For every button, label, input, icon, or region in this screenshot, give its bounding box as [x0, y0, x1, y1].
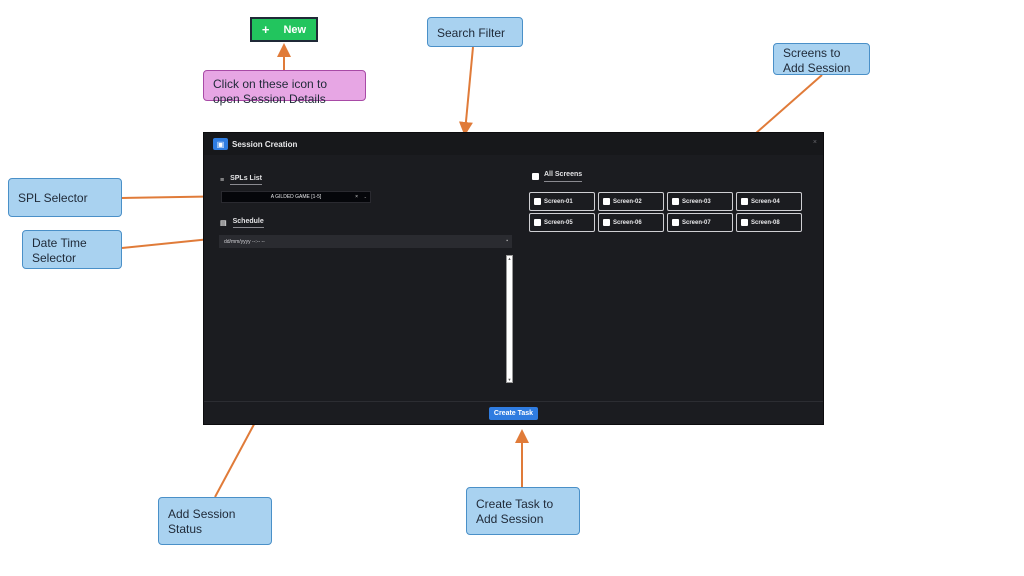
screen-label: Screen-04: [751, 198, 780, 205]
plus-icon: +: [261, 22, 270, 37]
spl-label-text: SPLs List: [230, 175, 262, 185]
screen-label: Screen-02: [613, 198, 642, 205]
screen-option[interactable]: Screen-01: [529, 192, 595, 211]
new-button-label: New: [283, 23, 307, 36]
callout-search-filter: Search Filter: [427, 17, 523, 47]
calendar-picker-icon[interactable]: ▪: [506, 238, 508, 244]
screen-label: Screen-08: [751, 219, 780, 226]
spl-select[interactable]: A GILDED GAME [1-5] × ⌄: [221, 191, 371, 203]
modal-footer: Create Task: [204, 401, 823, 424]
screen-checkbox[interactable]: [741, 198, 748, 205]
screen-label: Screen-06: [613, 219, 642, 226]
chevron-down-icon[interactable]: ⌄: [364, 194, 367, 199]
screen-checkbox[interactable]: [603, 219, 610, 226]
callout-create-task: Create Task to Add Session: [466, 487, 580, 535]
session-creation-modal: ▣ Session Creation × ≡ SPLs List A GILDE…: [203, 132, 824, 425]
screen-label: Screen-03: [682, 198, 711, 205]
session-status-scrollbar[interactable]: ▲ ▼: [506, 255, 513, 383]
tutorial-canvas: + New Click on these icon to open Sessio…: [0, 0, 1024, 576]
close-icon[interactable]: ×: [813, 139, 817, 146]
clear-icon[interactable]: ×: [355, 194, 358, 200]
screen-option[interactable]: Screen-05: [529, 213, 595, 232]
datetime-input[interactable]: dd/mm/yyyy --:-- -- ▪: [219, 235, 512, 248]
spl-section-label: ≡ SPLs List: [220, 175, 262, 185]
screen-checkbox[interactable]: [741, 219, 748, 226]
screen-checkbox[interactable]: [672, 198, 679, 205]
new-session-button[interactable]: + New: [250, 17, 318, 42]
list-icon: ≡: [220, 176, 225, 184]
datetime-placeholder: dd/mm/yyyy --:-- --: [224, 238, 265, 245]
schedule-label-text: Schedule: [232, 218, 264, 228]
screens-grid: Screen-01 Screen-02 Screen-03 Screen-04 …: [529, 192, 802, 232]
callout-new-hint: Click on these icon to open Session Deta…: [203, 70, 366, 106]
spl-selected-value: A GILDED GAME [1-5]: [270, 194, 322, 200]
callout-date-time: Date Time Selector: [22, 230, 122, 269]
screen-checkbox[interactable]: [534, 198, 541, 205]
screen-option[interactable]: Screen-02: [598, 192, 664, 211]
screen-checkbox[interactable]: [672, 219, 679, 226]
callout-session-status: Add Session Status: [158, 497, 272, 545]
screen-checkbox[interactable]: [603, 198, 610, 205]
calendar-icon: ▣: [213, 138, 228, 150]
screen-checkbox[interactable]: [534, 219, 541, 226]
arrow-search-filter: [458, 46, 474, 136]
screen-option[interactable]: Screen-06: [598, 213, 664, 232]
scroll-down-icon[interactable]: ▼: [507, 377, 512, 382]
screen-label: Screen-01: [544, 198, 573, 205]
calendar-small-icon: ▤: [220, 220, 227, 227]
callout-spl-selector: SPL Selector: [8, 178, 122, 217]
callout-screens-to-add: Screens to Add Session: [773, 43, 870, 75]
all-screens-checkbox[interactable]: [532, 173, 539, 180]
modal-title: Session Creation: [232, 139, 298, 149]
screen-option[interactable]: Screen-03: [667, 192, 733, 211]
all-screens-label: All Screens: [544, 171, 583, 182]
screen-label: Screen-05: [544, 219, 573, 226]
create-task-button[interactable]: Create Task: [488, 406, 539, 420]
screen-option[interactable]: Screen-08: [736, 213, 802, 232]
modal-header: ▣ Session Creation ×: [204, 133, 823, 155]
schedule-section-label: ▤ Schedule: [220, 218, 264, 228]
screen-option[interactable]: Screen-04: [736, 192, 802, 211]
all-screens-toggle[interactable]: All Screens: [532, 171, 583, 182]
screen-option[interactable]: Screen-07: [667, 213, 733, 232]
scroll-up-icon[interactable]: ▲: [507, 256, 512, 261]
screen-label: Screen-07: [682, 219, 711, 226]
